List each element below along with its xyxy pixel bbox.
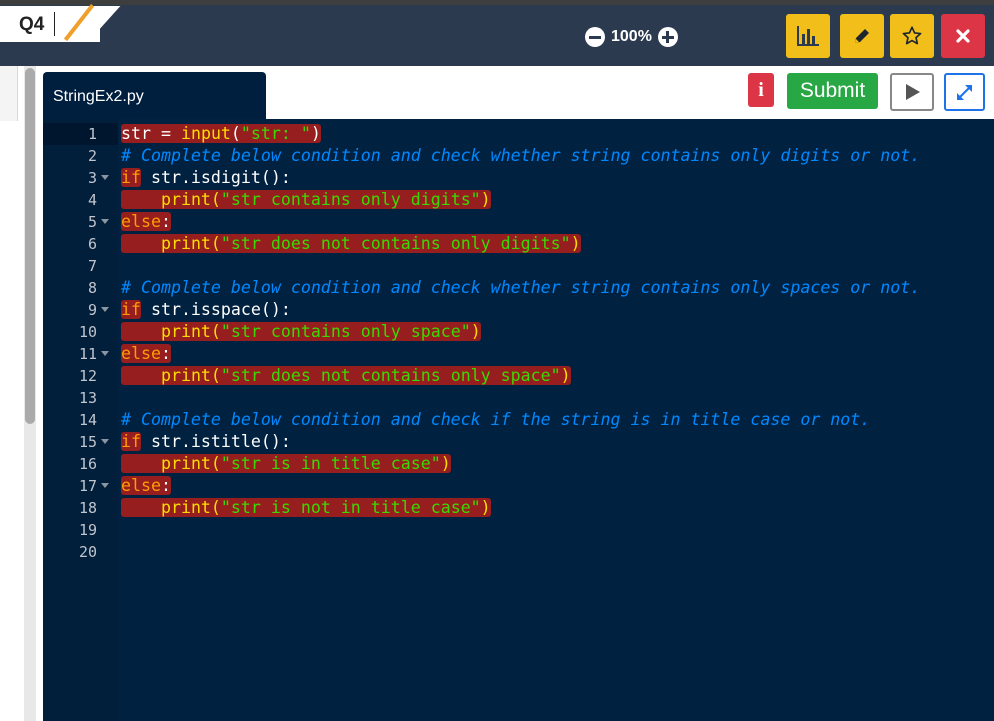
line-number: 10: [78, 323, 97, 341]
text-cursor: [54, 12, 55, 36]
code-editor[interactable]: 1 str = input("str: ") 2 # Complete belo…: [43, 119, 994, 721]
question-label: Q4: [19, 14, 45, 35]
code-text: if str.isspace():: [121, 300, 291, 319]
line-number: 9: [87, 301, 97, 319]
code-line: 14 # Complete below condition and check …: [43, 409, 994, 431]
line-number: 20: [78, 543, 97, 561]
edit-button[interactable]: [840, 14, 884, 58]
code-comment: # Complete below condition and check if …: [121, 410, 871, 429]
code-line: 2 # Complete below condition and check w…: [43, 145, 994, 167]
info-button[interactable]: i: [748, 73, 774, 107]
code-text: else:: [121, 344, 171, 363]
line-number: 14: [78, 411, 97, 429]
code-line: 12 print("str does not contains only spa…: [43, 365, 994, 387]
submit-button[interactable]: Submit: [787, 73, 878, 109]
code-text: str = input("str: "): [121, 124, 321, 143]
line-number: 4: [87, 191, 97, 209]
expand-button[interactable]: [944, 73, 985, 111]
code-line: 17 else:: [43, 475, 994, 497]
code-comment: # Complete below condition and check whe…: [121, 146, 921, 165]
code-line: 9 if str.isspace():: [43, 299, 994, 321]
top-strip: [0, 0, 994, 5]
pencil-icon: [855, 29, 869, 43]
line-number: 7: [87, 257, 97, 275]
file-name: StringEx2.py: [53, 88, 144, 105]
code-line: 18 print("str is not in title case"): [43, 497, 994, 519]
star-icon: [902, 26, 922, 45]
file-tab[interactable]: StringEx2.py: [43, 72, 266, 119]
code-line: 4 print("str contains only digits"): [43, 189, 994, 211]
line-number: 18: [78, 499, 97, 517]
code-text: print("str contains only space"): [121, 321, 481, 343]
line-number: 12: [78, 367, 97, 385]
line-number: 16: [78, 455, 97, 473]
zoom-in-icon[interactable]: [657, 27, 678, 47]
code-text: print("str is in title case"): [121, 453, 451, 475]
line-number: 5: [87, 213, 97, 231]
code-line: 11 else:: [43, 343, 994, 365]
fold-arrow-icon[interactable]: [101, 439, 109, 444]
code-text: if str.isdigit():: [121, 168, 291, 187]
code-line: 5 else:: [43, 211, 994, 233]
line-number: 2: [87, 147, 97, 165]
fold-arrow-icon[interactable]: [101, 483, 109, 488]
code-line: 15 if str.istitle():: [43, 431, 994, 453]
fold-arrow-icon[interactable]: [101, 219, 109, 224]
code-line: 13: [43, 387, 994, 409]
fold-arrow-icon[interactable]: [101, 307, 109, 312]
zoom-control: 100%: [585, 25, 678, 49]
code-text: else:: [121, 476, 171, 495]
close-button[interactable]: [941, 14, 985, 58]
stats-button[interactable]: [786, 14, 830, 58]
line-number: 15: [78, 433, 97, 451]
code-line: 8 # Complete below condition and check w…: [43, 277, 994, 299]
code-text: print("str does not contains only digits…: [121, 233, 581, 255]
zoom-level: 100%: [611, 28, 652, 45]
play-icon: [906, 84, 920, 100]
code-comment: # Complete below condition and check whe…: [121, 278, 921, 297]
code-text: else:: [121, 212, 171, 231]
code-line: 7: [43, 255, 994, 277]
line-number: 13: [78, 389, 97, 407]
fold-arrow-icon[interactable]: [101, 175, 109, 180]
code-text: if str.istitle():: [121, 432, 291, 451]
line-number: 1: [87, 125, 97, 143]
scrollbar-thumb[interactable]: [25, 68, 35, 424]
line-number: 8: [87, 279, 97, 297]
code-line: 16 print("str is in title case"): [43, 453, 994, 475]
code-line: 20: [43, 541, 994, 563]
line-number: 17: [78, 477, 97, 495]
code-text: print("str does not contains only space"…: [121, 365, 571, 387]
expand-icon: [957, 85, 972, 100]
close-icon: [956, 29, 970, 43]
code-line: 10 print("str contains only space"): [43, 321, 994, 343]
code-text: print("str is not in title case"): [121, 497, 491, 519]
code-line: 19: [43, 519, 994, 541]
fold-arrow-icon[interactable]: [101, 351, 109, 356]
line-number: 3: [87, 169, 97, 187]
line-number: 19: [78, 521, 97, 539]
line-number: 11: [78, 345, 97, 363]
code-text: print("str contains only digits"): [121, 189, 491, 211]
bar-chart-icon: [797, 26, 819, 46]
line-number: 6: [87, 235, 97, 253]
code-line: 6 print("str does not contains only digi…: [43, 233, 994, 255]
left-panel: [0, 66, 18, 121]
bookmark-button[interactable]: [890, 14, 934, 58]
code-line: 1 str = input("str: "): [43, 123, 994, 145]
code-line: 3 if str.isdigit():: [43, 167, 994, 189]
run-button[interactable]: [890, 73, 934, 111]
zoom-out-icon[interactable]: [585, 27, 605, 47]
